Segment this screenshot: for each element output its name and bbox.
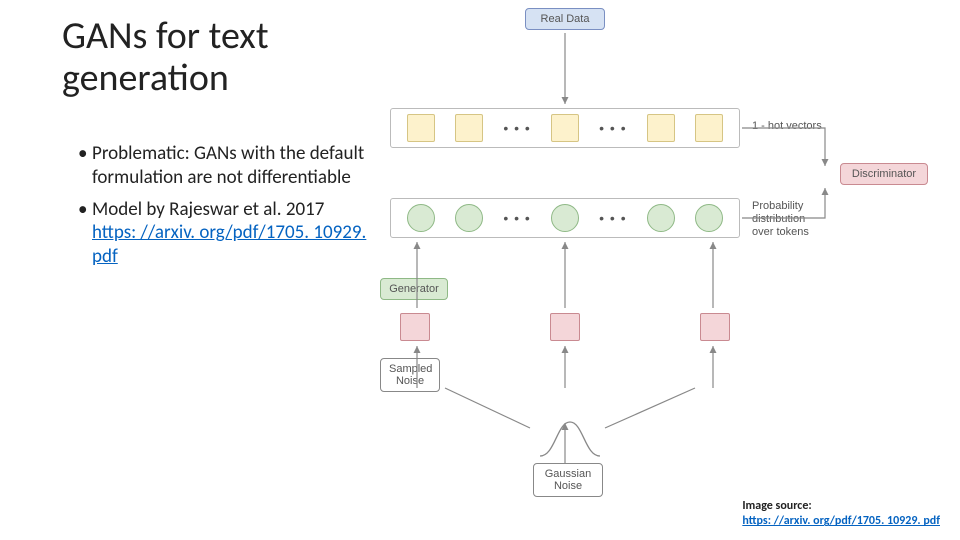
bullet-list: Problematic: GANs with the default formu… (78, 142, 368, 277)
title-line-1: GANs for text (62, 13, 269, 59)
slide-title: GANs for text generation (62, 16, 269, 100)
diagram-arrows (380, 8, 940, 498)
architecture-diagram: Real Data • • • • • • 1 - hot vectors Di… (380, 8, 940, 498)
bullet-1: Problematic: GANs with the default formu… (78, 142, 368, 190)
bullet-2-text: Model by Rajeswar et al. 2017 (92, 198, 324, 221)
title-line-2: generation (62, 55, 229, 101)
image-source-link[interactable]: https: //arxiv. org/pdf/1705. 10929. pdf (742, 514, 940, 528)
image-source: Image source: https: //arxiv. org/pdf/17… (742, 499, 940, 530)
bullet-2-link[interactable]: https: //arxiv. org/pdf/1705. 10929. pdf (92, 221, 366, 268)
image-source-label: Image source: (742, 499, 811, 513)
bullet-2: Model by Rajeswar et al. 2017 https: //a… (78, 198, 368, 269)
